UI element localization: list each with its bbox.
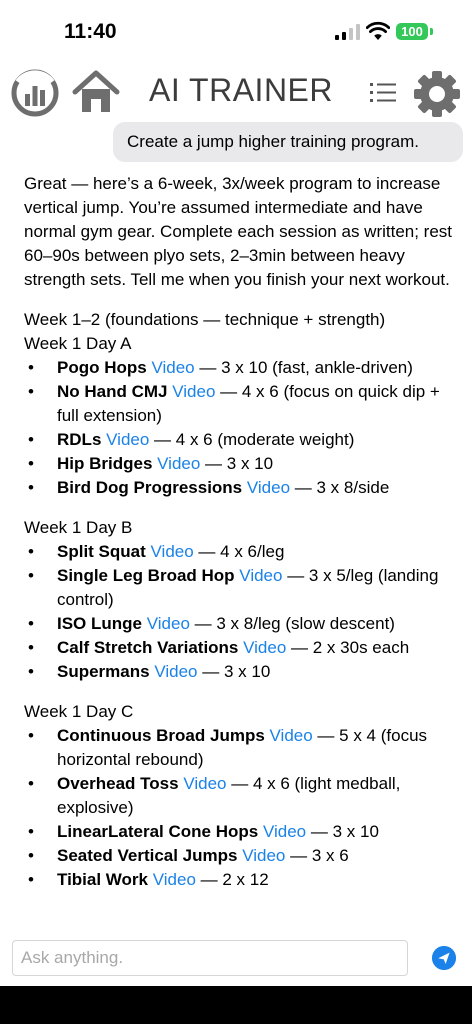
exercise-detail: — 4 x 6/leg <box>193 542 285 561</box>
section-heading: Week 1 Day C <box>24 702 134 721</box>
video-link[interactable]: Video <box>270 726 313 745</box>
section-heading: Week 1 Day B <box>24 518 133 537</box>
exercise-name: Pogo Hops <box>57 358 147 377</box>
composer <box>12 940 408 976</box>
exercise-name: No Hand CMJ <box>57 382 168 401</box>
section-heading: Week 1–2 (foundations — technique + stre… <box>24 310 386 329</box>
video-link[interactable]: Video <box>263 822 306 841</box>
ask-input[interactable] <box>13 941 407 975</box>
video-link[interactable]: Video <box>183 774 226 793</box>
response-intro: Great — here’s a 6-week, 3x/week program… <box>24 174 453 289</box>
video-link[interactable]: Video <box>242 846 285 865</box>
video-link[interactable]: Video <box>154 662 197 681</box>
exercise-item: Hip Bridges Video — 3 x 10 <box>24 452 454 476</box>
exercise-item: Seated Vertical Jumps Video — 3 x 6 <box>24 844 454 868</box>
exercise-name: RDLs <box>57 430 102 449</box>
stats-gauge-icon[interactable] <box>10 68 60 118</box>
workout-section: Week 1–2 (foundations — technique + stre… <box>24 308 454 500</box>
battery-tip <box>430 28 433 35</box>
exercise-item: Bird Dog Progressions Video — 3 x 8/side <box>24 476 454 500</box>
exercise-name: Supermans <box>57 662 150 681</box>
video-link[interactable]: Video <box>239 566 282 585</box>
wifi-icon <box>366 21 390 40</box>
exercise-item: Tibial Work Video — 2 x 12 <box>24 868 454 892</box>
exercise-detail: — 3 x 10 <box>197 662 271 681</box>
exercise-list: Continuous Broad Jumps Video — 5 x 4 (fo… <box>24 724 454 892</box>
workout-section: Week 1 Day C Continuous Broad Jumps Video… <box>24 700 454 892</box>
video-link[interactable]: Video <box>243 638 286 657</box>
exercise-detail: — 4 x 6 (moderate weight) <box>149 430 355 449</box>
exercise-list: Pogo Hops Video — 3 x 10 (fast, ankle-dr… <box>24 356 454 500</box>
video-link[interactable]: Video <box>172 382 215 401</box>
status-time: 11:40 <box>64 20 117 43</box>
exercise-name: ISO Lunge <box>57 614 142 633</box>
exercise-item: Supermans Video — 3 x 10 <box>24 660 454 684</box>
exercise-name: Single Leg Broad Hop <box>57 566 235 585</box>
exercise-detail: — 3 x 8/leg (slow descent) <box>189 614 395 633</box>
exercise-name: Seated Vertical Jumps <box>57 846 238 865</box>
home-icon[interactable] <box>72 70 120 114</box>
video-link[interactable]: Video <box>157 454 200 473</box>
section-heading: Week 1 Day A <box>24 334 132 353</box>
exercise-item: Overhead Toss Video — 4 x 6 (light medba… <box>24 772 454 820</box>
cellular-signal-icon <box>335 24 360 40</box>
video-link[interactable]: Video <box>106 430 149 449</box>
user-message-bubble: Create a jump higher training program. <box>113 122 463 162</box>
exercise-detail: — 2 x 30s each <box>286 638 410 657</box>
exercise-detail: — 3 x 10 <box>200 454 274 473</box>
exercise-name: Overhead Toss <box>57 774 179 793</box>
list-menu-icon[interactable] <box>370 82 396 104</box>
exercise-detail: — 2 x 12 <box>195 870 269 889</box>
assistant-response: Great — here’s a 6-week, 3x/week program… <box>24 172 454 892</box>
exercise-item: Calf Stretch Variations Video — 2 x 30s … <box>24 636 454 660</box>
exercise-item: Pogo Hops Video — 3 x 10 (fast, ankle-dr… <box>24 356 454 380</box>
video-link[interactable]: Video <box>147 614 190 633</box>
exercise-name: Hip Bridges <box>57 454 153 473</box>
battery-indicator: 100 <box>396 23 428 40</box>
exercise-item: Split Squat Video — 4 x 6/leg <box>24 540 454 564</box>
exercise-item: LinearLateral Cone Hops Video — 3 x 10 <box>24 820 454 844</box>
workout-section: Week 1 Day B Split Squat Video — 4 x 6/le… <box>24 516 454 684</box>
video-link[interactable]: Video <box>153 870 196 889</box>
exercise-name: Tibial Work <box>57 870 149 889</box>
exercise-name: Bird Dog Progressions <box>57 478 243 497</box>
video-link[interactable]: Video <box>151 542 194 561</box>
exercise-detail: — 3 x 6 <box>285 846 349 865</box>
exercise-detail: — 3 x 10 (fast, ankle-driven) <box>194 358 413 377</box>
exercise-name: Split Squat <box>57 542 146 561</box>
video-link[interactable]: Video <box>151 358 194 377</box>
exercise-item: No Hand CMJ Video — 4 x 6 (focus on quic… <box>24 380 454 428</box>
exercise-item: Continuous Broad Jumps Video — 5 x 4 (fo… <box>24 724 454 772</box>
exercise-item: RDLs Video — 4 x 6 (moderate weight) <box>24 428 454 452</box>
exercise-detail: — 3 x 8/side <box>290 478 390 497</box>
video-link[interactable]: Video <box>247 478 290 497</box>
exercise-name: LinearLateral Cone Hops <box>57 822 259 841</box>
status-bar: 11:40 100 <box>0 0 472 62</box>
bottom-bar <box>0 986 472 1024</box>
settings-gear-icon[interactable] <box>412 69 462 119</box>
exercise-name: Continuous Broad Jumps <box>57 726 265 745</box>
exercise-list: Split Squat Video — 4 x 6/legSingle Leg … <box>24 540 454 684</box>
exercise-detail: — 3 x 10 <box>306 822 379 841</box>
app-title: AI TRAINER <box>149 72 333 108</box>
send-button[interactable] <box>432 946 456 970</box>
exercise-item: ISO Lunge Video — 3 x 8/leg (slow descen… <box>24 612 454 636</box>
exercise-name: Calf Stretch Variations <box>57 638 239 657</box>
exercise-item: Single Leg Broad Hop Video — 3 x 5/leg (… <box>24 564 454 612</box>
